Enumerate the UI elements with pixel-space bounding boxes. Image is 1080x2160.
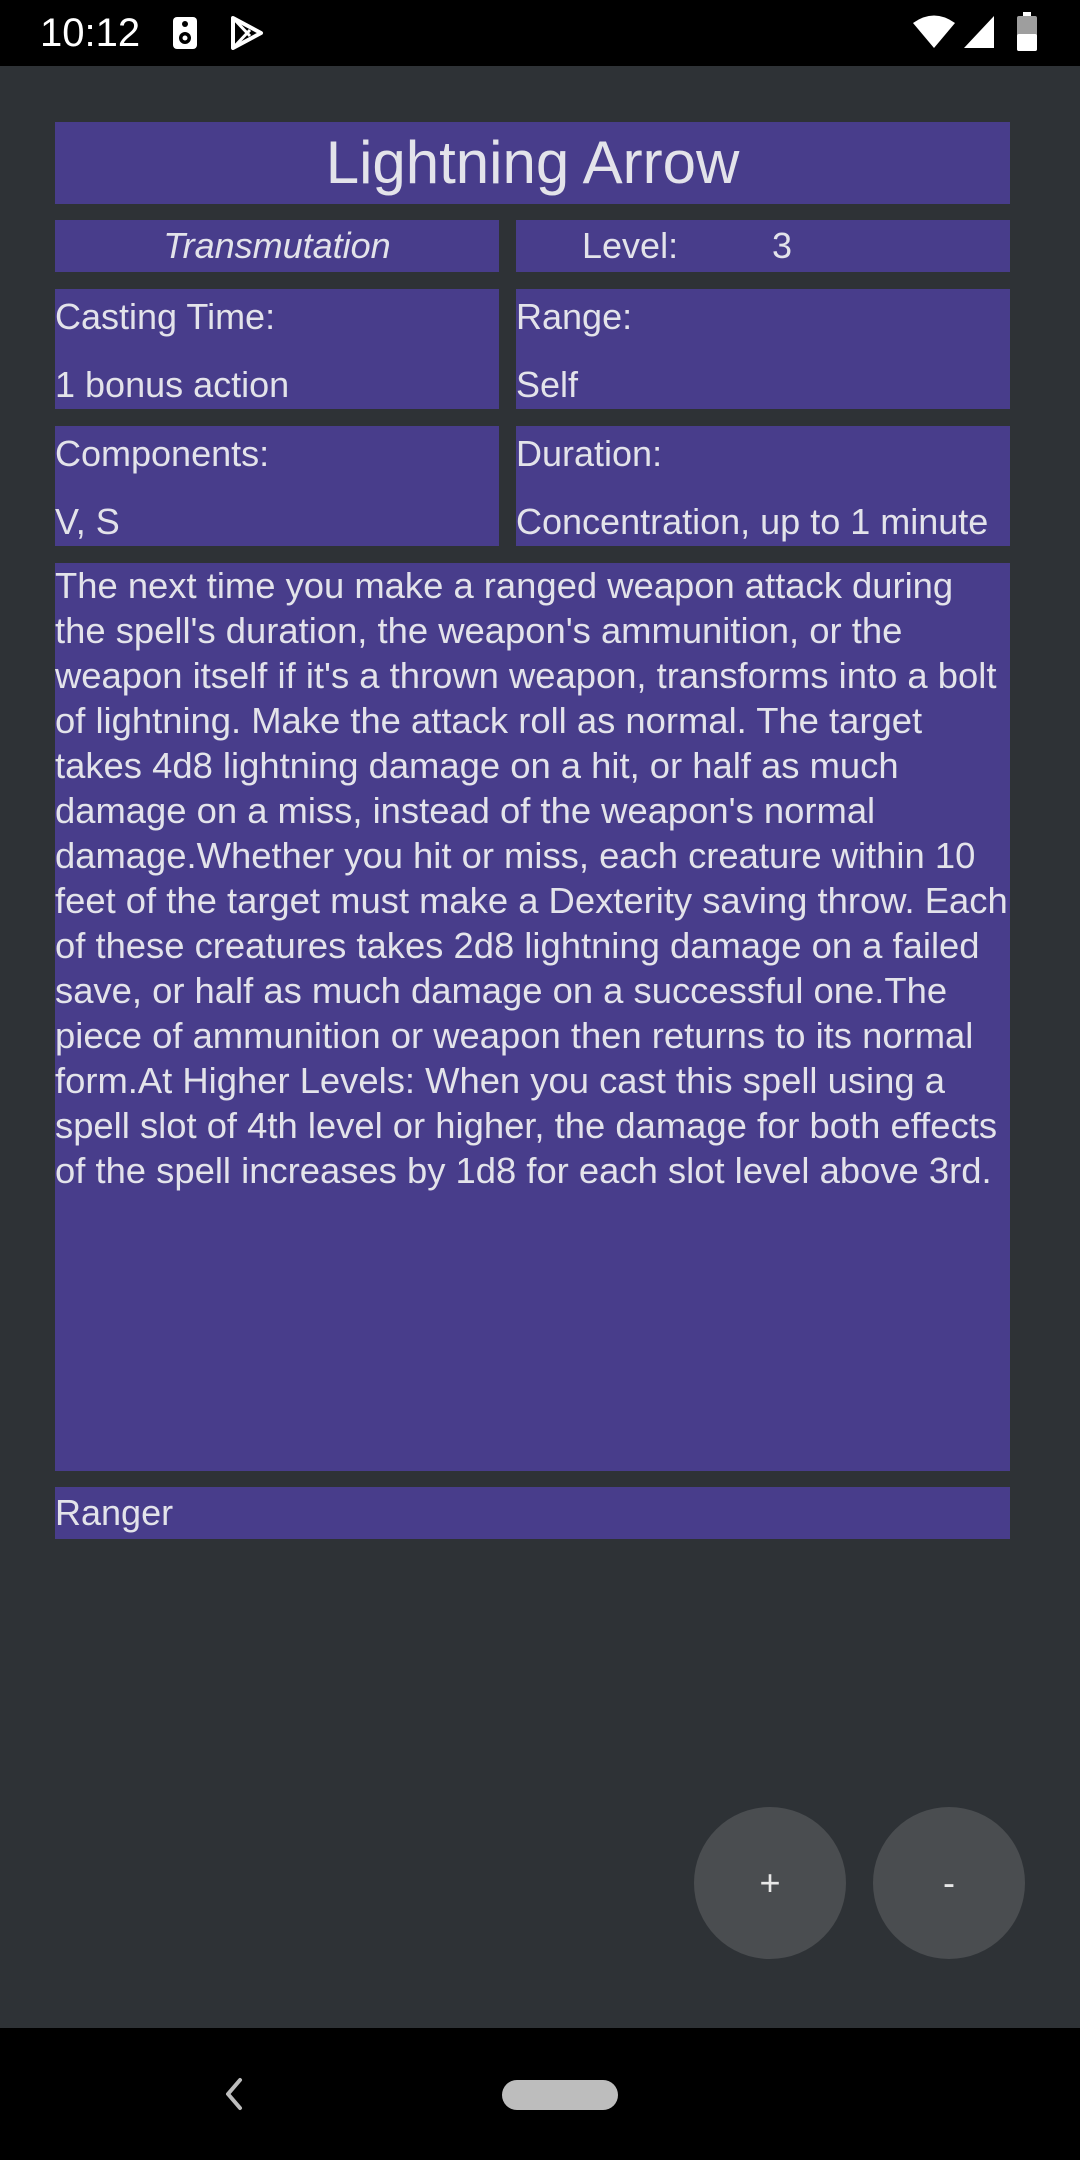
status-time: 10:12: [40, 11, 141, 55]
spell-detail-screen: Lightning Arrow Transmutation Level: 3 C…: [0, 66, 1080, 2028]
description-text: The next time you make a ranged weapon a…: [55, 565, 1008, 1191]
range-value: Self: [516, 364, 579, 405]
casting-time-cell: Casting Time: 1 bonus action: [55, 289, 499, 409]
add-button[interactable]: +: [694, 1807, 846, 1959]
components-value: V, S: [55, 501, 120, 542]
spell-description: The next time you make a ranged weapon a…: [55, 563, 1010, 1471]
wifi-icon: [912, 14, 956, 55]
level-label: Level:: [582, 225, 679, 266]
back-icon[interactable]: [220, 2074, 248, 2119]
level-value: 3: [772, 225, 793, 266]
casting-time-label: Casting Time:: [55, 296, 276, 337]
components-cell: Components: V, S: [55, 426, 499, 546]
range-label: Range:: [516, 296, 633, 337]
spell-name: Lightning Arrow: [55, 122, 1010, 204]
duration-label: Duration:: [516, 433, 663, 474]
home-pill-icon[interactable]: [502, 2080, 618, 2110]
battery-icon: [1016, 12, 1038, 57]
spell-level: Level: 3: [516, 220, 1010, 272]
status-bar: 10:12: [0, 0, 1080, 66]
signal-icon: [962, 14, 996, 55]
play-store-icon: [230, 16, 264, 55]
casting-time-value: 1 bonus action: [55, 364, 290, 405]
remove-button[interactable]: -: [873, 1807, 1025, 1959]
spell-school: Transmutation: [55, 220, 499, 272]
duration-cell: Duration: Concentration, up to 1 minute: [516, 426, 1010, 546]
range-cell: Range: Self: [516, 289, 1010, 409]
spell-classes: Ranger: [55, 1487, 1010, 1539]
duration-value: Concentration, up to 1 minute: [516, 501, 989, 542]
components-label: Components:: [55, 433, 270, 474]
speaker-icon: [172, 16, 198, 55]
navigation-bar: [0, 2028, 1080, 2160]
